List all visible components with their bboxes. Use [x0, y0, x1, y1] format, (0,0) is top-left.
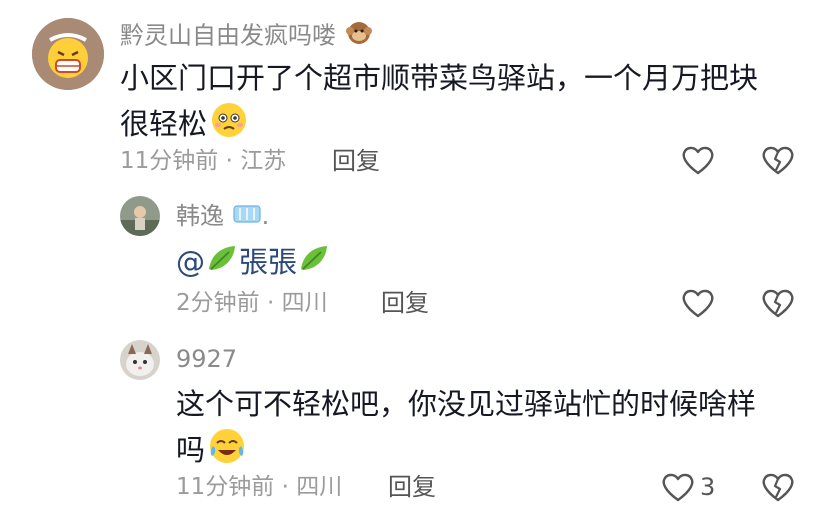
comment-meta: 11分钟前 · 四川 — [176, 474, 343, 500]
avatar[interactable] — [32, 18, 104, 90]
username[interactable]: 韩逸 . — [176, 201, 269, 233]
mention-link[interactable]: 張張 — [239, 245, 297, 279]
avatar[interactable] — [120, 196, 160, 236]
like-count: 3 — [700, 473, 716, 501]
monkey-emoji-icon — [344, 18, 374, 55]
dislike-broken-heart-icon[interactable] — [761, 144, 795, 180]
reply-button[interactable]: 回复 — [381, 288, 429, 318]
leaf-icon — [205, 241, 239, 287]
crying-laughing-emoji-icon — [207, 426, 247, 478]
comment-meta: 11分钟前 · 江苏 — [120, 148, 287, 174]
like-heart-icon[interactable] — [681, 144, 715, 180]
comment-meta: 2分钟前 · 四川 — [176, 290, 328, 316]
like-heart-icon[interactable] — [681, 287, 715, 323]
woozy-face-emoji-icon — [209, 100, 249, 152]
reply-text: 这个可不轻松吧，你没见过驿站忙的时候啥样 吗 — [176, 382, 806, 478]
leaf-icon — [297, 241, 331, 287]
reply-button[interactable]: 回复 — [388, 472, 436, 502]
avatar[interactable] — [120, 340, 160, 380]
like-heart-icon[interactable] — [661, 471, 695, 507]
ice-cube-icon — [232, 202, 262, 233]
username[interactable]: 9927 — [176, 344, 237, 374]
comment-text: 小区门口开了个超市顺带菜鸟驿站，一个月万把块 很轻松 — [120, 56, 810, 152]
username[interactable]: 黔灵山自由发疯吗喽 — [120, 18, 374, 55]
reply-text: @ 張張 — [176, 240, 331, 287]
dislike-broken-heart-icon[interactable] — [761, 287, 795, 323]
dislike-broken-heart-icon[interactable] — [761, 471, 795, 507]
reply-button[interactable]: 回复 — [332, 146, 380, 176]
